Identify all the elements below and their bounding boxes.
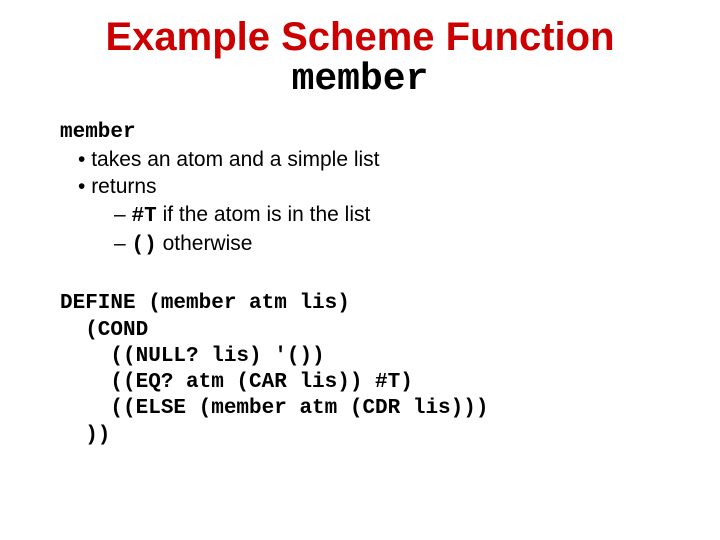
code-line: ((ELSE (member atm (CDR lis))) [60,397,488,420]
inline-code: () [132,234,157,257]
code-line: ((EQ? atm (CAR lis)) #T) [60,371,413,394]
sub-bullet-item: () otherwise [114,230,660,259]
sub-bullet-list: #T if the atom is in the list () otherwi… [114,201,660,260]
sub-bullet-text: if the atom is in the list [157,203,371,226]
slide-title: Example Scheme Function member [60,15,660,101]
description-block: member takes an atom and a simple list r… [60,119,660,259]
sub-bullet-item: #T if the atom is in the list [114,201,660,230]
desc-heading: member [60,119,660,146]
code-line: )) [60,424,110,447]
title-main: Example Scheme Function [60,15,660,59]
bullet-list: takes an atom and a simple list returns … [78,146,660,259]
bullet-item: takes an atom and a simple list [78,146,660,173]
sub-bullet-text: otherwise [157,232,253,255]
title-sub: member [60,59,660,101]
bullet-text: returns [91,175,156,198]
inline-code: #T [132,205,157,228]
code-block: DEFINE (member atm lis) (COND ((NULL? li… [60,291,660,449]
code-line: DEFINE (member atm lis) [60,292,350,315]
code-line: (COND [60,319,148,342]
code-line: ((NULL? lis) '()) [60,345,325,368]
bullet-item: returns [78,173,660,200]
bullet-text: takes an atom and a simple list [91,148,379,171]
